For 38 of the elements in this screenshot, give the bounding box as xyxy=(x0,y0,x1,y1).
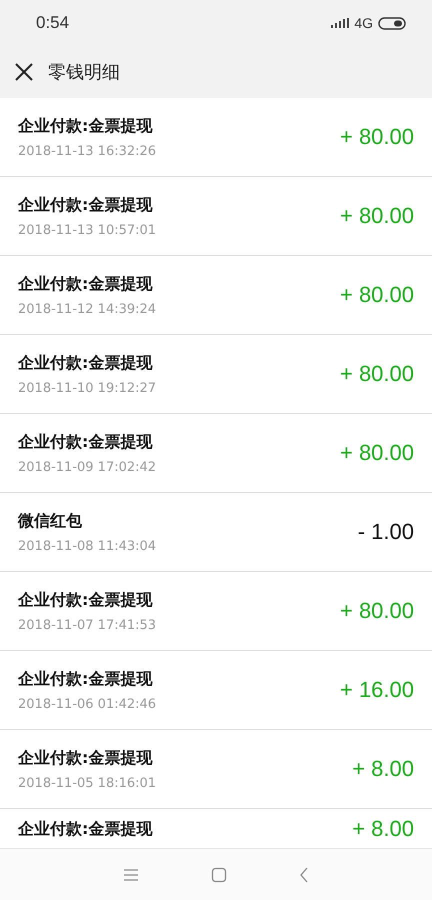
transaction-amount: + 8.00 xyxy=(352,756,414,782)
back-button[interactable] xyxy=(299,867,309,883)
clock: 0:54 xyxy=(36,13,70,33)
transaction-amount: + 80.00 xyxy=(340,282,414,308)
transaction-amount: + 80.00 xyxy=(340,440,414,466)
transaction-title: 微信红包 xyxy=(18,510,83,532)
transaction-title: 企业付款:金票提现 xyxy=(18,432,154,452)
home-button[interactable] xyxy=(211,867,227,883)
transaction-title: 企业付款:金票提现 xyxy=(18,818,154,840)
battery-icon xyxy=(378,16,406,30)
transaction-title: 企业付款:金票提现 xyxy=(18,590,154,610)
transaction-amount: + 80.00 xyxy=(340,598,414,624)
transaction-title: 企业付款:金票提现 xyxy=(18,116,154,136)
transaction-time: 2018-11-13 10:57:01 xyxy=(18,222,158,238)
transaction-time: 2018-11-09 17:02:42 xyxy=(18,460,158,474)
transaction-amount: + 80.00 xyxy=(340,361,414,387)
transaction-amount: - 1.00 xyxy=(358,519,414,545)
transaction-amount: + 8.00 xyxy=(352,816,414,842)
transaction-title: 企业付款:金票提现 xyxy=(18,668,154,690)
transaction-amount: + 16.00 xyxy=(340,677,414,703)
transaction-amount: + 80.00 xyxy=(340,124,414,150)
transaction-time: 2018-11-07 17:41:53 xyxy=(18,618,158,632)
transaction-time: 2018-11-12 14:39:24 xyxy=(18,302,158,316)
transaction-title: 企业付款:金票提现 xyxy=(18,748,154,768)
transaction-time: 2018-11-13 16:32:26 xyxy=(18,144,158,158)
transaction-time: 2018-11-08 11:43:04 xyxy=(18,538,158,554)
page-title: 零钱明细 xyxy=(48,61,120,84)
transaction-amount: + 80.00 xyxy=(340,203,414,229)
transaction-time: 2018-11-10 19:12:27 xyxy=(18,380,158,396)
network-label: 4G xyxy=(354,15,373,31)
transaction-title: 企业付款:金票提现 xyxy=(18,352,154,374)
signal-icon xyxy=(331,18,350,28)
transaction-title: 企业付款:金票提现 xyxy=(18,274,154,294)
transaction-time: 2018-11-06 01:42:46 xyxy=(18,696,158,712)
menu-button[interactable] xyxy=(123,868,139,882)
close-button[interactable] xyxy=(14,62,34,82)
transaction-title: 企业付款:金票提现 xyxy=(18,194,154,216)
transaction-time: 2018-11-05 18:16:01 xyxy=(18,776,158,790)
